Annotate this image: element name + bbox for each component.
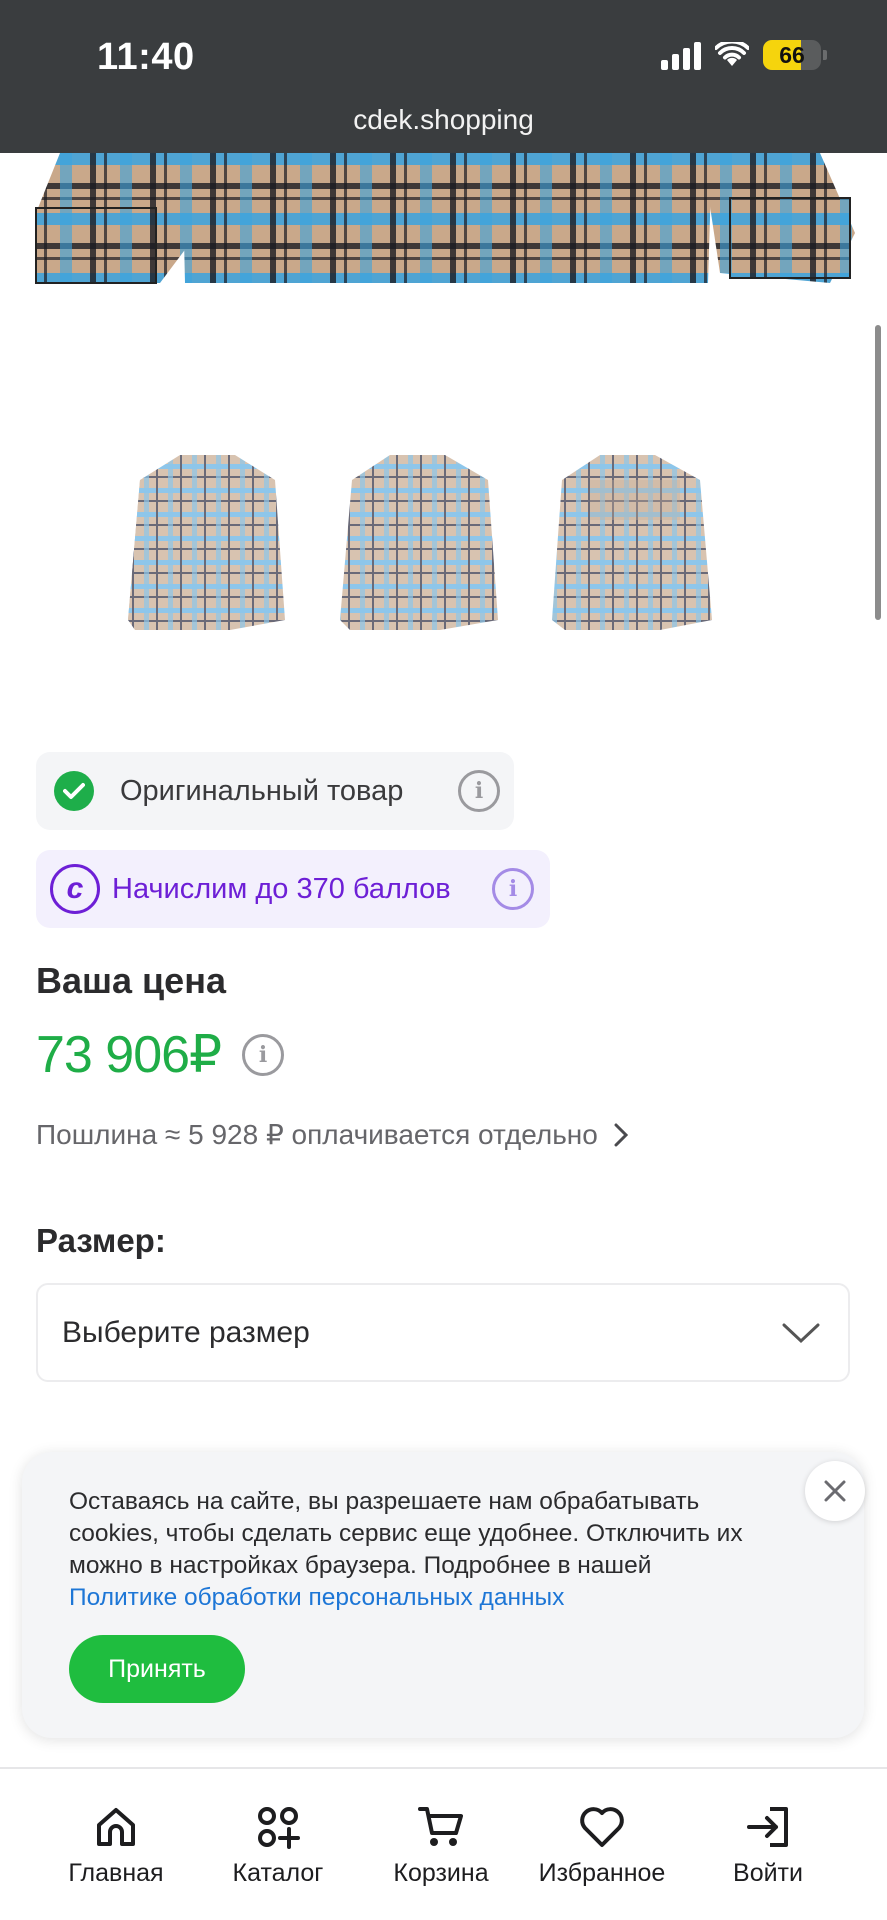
bonus-points-badge: c Начислим до 370 баллов i — [36, 850, 550, 928]
product-thumbnails — [0, 440, 887, 640]
check-circle-icon — [54, 771, 94, 811]
chevron-right-icon — [614, 1123, 628, 1146]
accept-cookies-button[interactable]: Принять — [69, 1635, 245, 1703]
nav-catalog-label: Каталог — [232, 1859, 324, 1887]
cookie-message: Оставаясь на сайте, вы разрешаете нам об… — [69, 1488, 743, 1579]
close-icon — [824, 1480, 846, 1502]
battery-level: 66 — [779, 41, 805, 68]
login-icon — [747, 1807, 788, 1847]
nav-login-label: Войти — [733, 1859, 803, 1887]
size-select-placeholder: Выберите размер — [62, 1315, 310, 1349]
thumbnail-1 — [128, 455, 285, 630]
price-info-icon[interactable]: i — [242, 1034, 284, 1076]
privacy-policy-link[interactable]: Политике обработки персональных данных — [69, 1582, 789, 1614]
nav-catalog[interactable]: Каталог — [226, 1805, 330, 1888]
size-select[interactable]: Выберите размер — [36, 1283, 850, 1382]
cookie-consent-panel: Оставаясь на сайте, вы разрешаете нам об… — [22, 1452, 864, 1738]
nav-cart-label: Корзина — [393, 1859, 489, 1887]
price-label: Ваша цена — [36, 960, 226, 1001]
bonus-points-label: Начислим до 370 баллов — [112, 872, 451, 905]
bonus-coin-icon: c — [50, 864, 100, 914]
bottom-navigation: Главная Каталог Корзина Избранное Войти — [0, 1767, 887, 1920]
original-product-label: Оригинальный товар — [120, 774, 404, 807]
heart-icon — [580, 1807, 624, 1847]
home-icon — [97, 1808, 135, 1846]
signal-icon — [661, 40, 701, 70]
battery-icon: 66 — [763, 40, 821, 70]
address-bar[interactable]: cdek.shopping — [0, 104, 887, 136]
bonus-info-icon[interactable]: i — [492, 868, 534, 910]
wifi-icon — [715, 42, 749, 66]
cart-icon — [418, 1807, 463, 1846]
cookie-consent-text: Оставаясь на сайте, вы разрешаете нам об… — [69, 1486, 789, 1614]
price-value: 73 906₽ — [36, 1026, 222, 1084]
status-icons: 66 — [661, 40, 827, 70]
customs-duty-text: Пошлина ≈ 5 928 ₽ оплачивается отдельно — [36, 1119, 598, 1150]
size-label: Размер: — [36, 1222, 166, 1259]
browser-top-bar: 11:40 66 cdek.shopping — [0, 0, 887, 153]
catalog-icon — [258, 1807, 300, 1849]
chevron-down-icon — [782, 1323, 820, 1343]
thumbnail-2 — [340, 455, 498, 630]
thumbnail-3 — [552, 455, 712, 630]
product-main-image[interactable] — [0, 153, 887, 293]
close-cookie-button[interactable] — [805, 1461, 865, 1521]
nav-home-label: Главная — [68, 1859, 164, 1887]
nav-login[interactable]: Войти — [718, 1805, 818, 1888]
nav-home[interactable]: Главная — [64, 1805, 168, 1888]
status-time: 11:40 — [97, 36, 195, 78]
nav-cart[interactable]: Корзина — [384, 1805, 498, 1888]
nav-favorites-label: Избранное — [538, 1859, 666, 1887]
customs-duty-row[interactable]: Пошлина ≈ 5 928 ₽ оплачивается отдельно — [36, 1118, 628, 1151]
original-product-badge: Оригинальный товар i — [36, 752, 514, 830]
info-icon[interactable]: i — [458, 770, 500, 812]
nav-favorites[interactable]: Избранное — [531, 1805, 673, 1888]
